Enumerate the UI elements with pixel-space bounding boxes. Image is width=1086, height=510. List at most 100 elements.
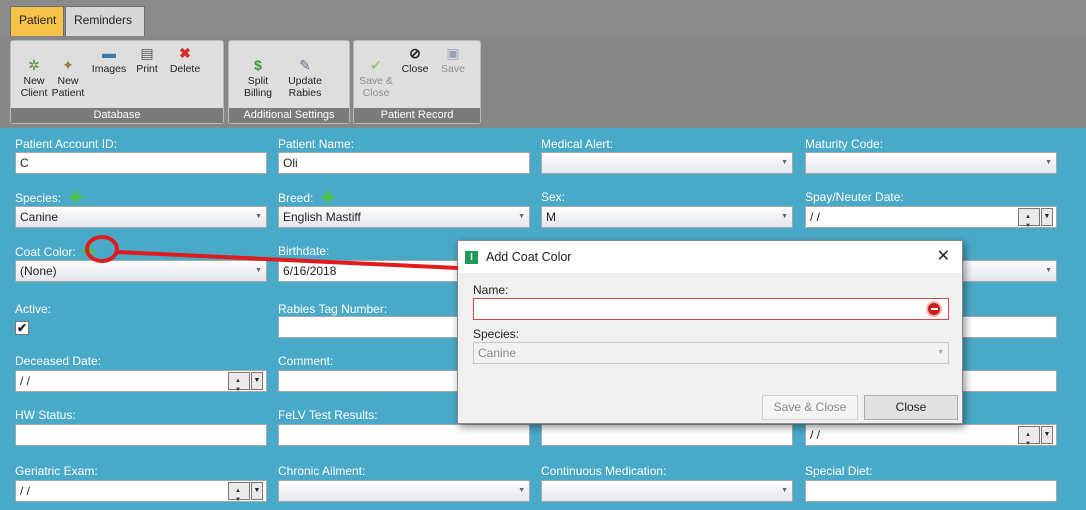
syringe-icon: ✎ [299,57,311,73]
hw-status-label: HW Status: [15,408,76,422]
col3-row6-field[interactable] [541,424,793,446]
patient-account-id-field[interactable]: C [15,152,267,174]
felv-test-results-label: FeLV Test Results: [278,408,378,422]
add-species-plus-icon[interactable]: ✚ [69,188,82,208]
patient-account-id-label: Patient Account ID: [15,137,118,151]
calendar-dropdown-icon[interactable]: ▼ [1041,208,1053,226]
dialog-species-label: Species: [473,327,520,341]
app-icon: I [465,251,478,264]
new-patient-button[interactable]: ✦ New Patient [49,45,87,99]
chevron-down-icon: ▼ [781,159,788,166]
add-coat-color-plus-icon[interactable]: ✚ [82,242,95,262]
coat-color-name-label: Name: [473,283,509,297]
comment-label: Comment: [278,354,334,368]
tab-reminders[interactable]: Reminders [65,6,145,36]
col4-row6-date-field[interactable]: / /▼ [805,424,1057,446]
continuous-medication-select[interactable]: ▼ [541,480,793,502]
chevron-down-icon: ▼ [1045,267,1052,274]
spay-neuter-date-field[interactable]: / /▼ [805,206,1057,228]
chronic-ailment-select[interactable]: ▼ [278,480,530,502]
chevron-down-icon: ▼ [518,213,525,220]
ribbon: ✲ New Client ✦ New Patient ▬ Images ▤ Print … [0,36,1086,128]
calendar-dropdown-icon[interactable]: ▼ [251,372,263,390]
group-label-database: Database [11,108,223,123]
add-coat-color-dialog: I Add Coat Color ✕ Name: Species: Canine… [457,240,963,424]
validation-error-icon [926,301,942,317]
special-diet-field[interactable] [805,480,1057,502]
geriatric-exam-field[interactable]: / /▼ [15,480,267,502]
dialog-close-button[interactable]: Close [864,395,958,420]
new-patient-icon: ✦ [62,57,74,73]
medical-alert-select[interactable]: ▼ [541,152,793,174]
date-spinner[interactable] [228,371,250,391]
date-spinner[interactable] [1018,207,1040,227]
close-icon[interactable]: ✕ [937,246,950,266]
tab-patient[interactable]: Patient [10,6,64,36]
save-record-button[interactable]: ▣ Save [436,45,470,75]
breed-label-row: Breed: ✚ [278,188,335,208]
maturity-code-select[interactable]: ▼ [805,152,1057,174]
birthdate-label: Birthdate: [278,244,330,258]
deceased-date-field[interactable]: / /▼ [15,370,267,392]
hw-status-field[interactable] [15,424,267,446]
geriatric-exam-label: Geriatric Exam: [15,464,98,478]
date-spinner[interactable] [1018,425,1040,445]
deceased-date-label: Deceased Date: [15,354,102,368]
continuous-medication-label: Continuous Medication: [541,464,667,478]
special-diet-label: Special Diet: [805,464,873,478]
images-icon: ▬ [102,45,116,61]
close-record-button[interactable]: ⊘ Close [398,45,432,75]
active-label: Active: [15,302,52,316]
ribbon-group-additional-settings: $ Split Billing ✎ Update Rabies Additional… [228,40,350,124]
patient-name-field[interactable]: Oli [278,152,530,174]
checkmark-icon: ✔ [370,57,382,73]
species-select[interactable]: Canine ▼ [15,206,267,228]
spay-neuter-date-label: Spay/Neuter Date: [805,190,904,204]
date-spinner[interactable] [228,481,250,501]
delete-x-icon: ✖ [179,45,191,61]
chevron-down-icon: ▼ [1045,159,1052,166]
delete-button[interactable]: ✖ Delete [165,45,205,75]
dialog-save-close-button[interactable]: Save & Close [762,395,858,420]
ribbon-group-database: ✲ New Client ✦ New Patient ▬ Images ▤ Print … [10,40,224,124]
print-button[interactable]: ▤ Print [131,45,163,75]
chevron-down-icon: ▼ [255,213,262,220]
group-label-patient-record: Patient Record [354,108,480,123]
add-breed-plus-icon[interactable]: ✚ [321,188,334,208]
chevron-down-icon: ▼ [937,349,944,356]
sex-label: Sex: [541,190,566,204]
patient-name-label: Patient Name: [278,137,355,151]
felv-test-results-field[interactable] [278,424,530,446]
species-label-row: Species: ✚ [15,188,83,208]
breed-select[interactable]: English Mastiff ▼ [278,206,530,228]
active-checkbox[interactable]: ✔ [15,321,29,335]
coat-color-name-input[interactable] [473,298,949,320]
save-and-close-button[interactable]: ✔ Save & Close [358,45,394,99]
chevron-down-icon: ▼ [518,487,525,494]
new-client-button[interactable]: ✲ New Client [17,45,51,99]
calendar-dropdown-icon[interactable]: ▼ [251,482,263,500]
ribbon-group-patient-record: ✔ Save & Close ⊘ Close ▣ Save Patient Recor… [353,40,481,124]
chevron-down-icon: ▼ [781,213,788,220]
coat-color-label-row: Coat Color: ✚ [15,242,96,262]
medical-alert-label: Medical Alert: [541,137,614,151]
new-client-icon: ✲ [28,57,40,73]
group-label-additional-settings: Additional Settings [229,108,349,123]
sex-select[interactable]: M ▼ [541,206,793,228]
chevron-down-icon: ▼ [255,267,262,274]
update-rabies-button[interactable]: ✎ Update Rabies [283,45,327,99]
tab-bar: Patient Reminders [0,0,1086,36]
printer-icon: ▤ [140,45,154,61]
split-billing-button[interactable]: $ Split Billing [241,45,275,99]
calendar-dropdown-icon[interactable]: ▼ [1041,426,1053,444]
chevron-down-icon: ▼ [781,487,788,494]
dialog-species-select[interactable]: Canine ▼ [473,342,949,364]
images-button[interactable]: ▬ Images [89,45,129,75]
dialog-titlebar: I Add Coat Color ✕ [458,241,962,273]
dialog-title: Add Coat Color [486,250,572,264]
coat-color-select[interactable]: (None) ▼ [15,260,267,282]
chronic-ailment-label: Chronic Ailment: [278,464,366,478]
floppy-disk-icon: ▣ [446,45,460,61]
maturity-code-label: Maturity Code: [805,137,884,151]
rabies-tag-number-label: Rabies Tag Number: [278,302,388,316]
